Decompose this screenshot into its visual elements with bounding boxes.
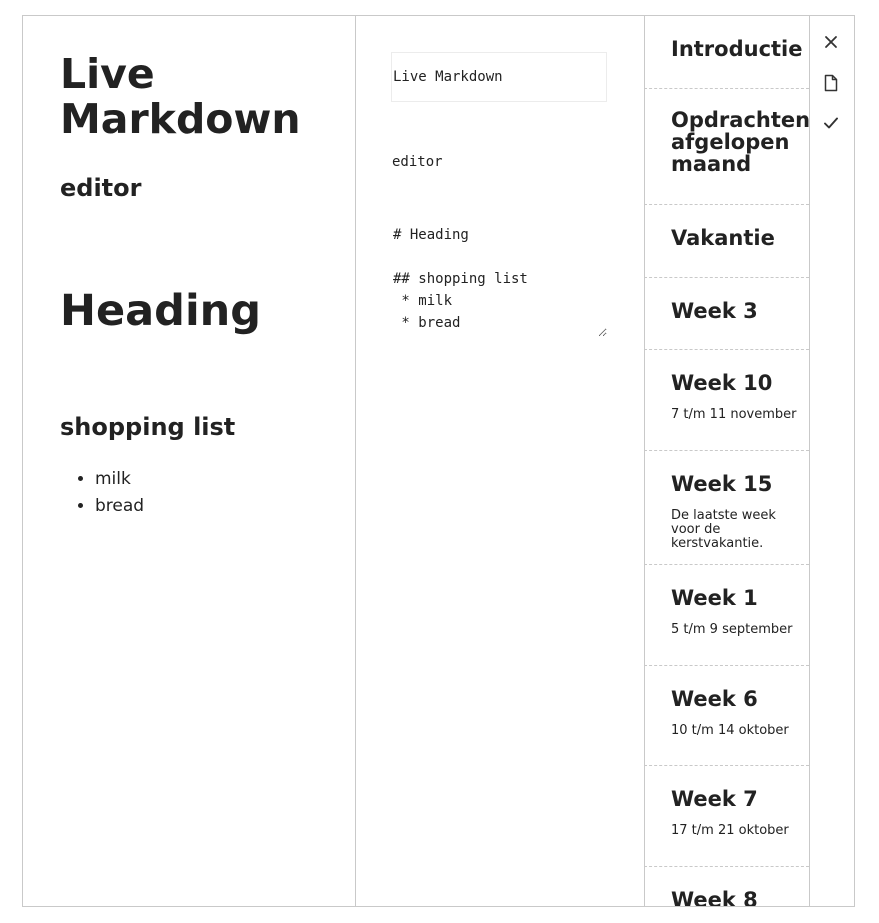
sidebar-item-vakantie[interactable]: Vakantie xyxy=(644,205,809,278)
sidebar-item-title: Introductie xyxy=(671,37,803,61)
sidebar-item-title: Week 6 xyxy=(671,687,758,711)
action-bar xyxy=(808,16,854,906)
close-icon xyxy=(825,36,837,48)
sidebar-item-date: 7 t/m 11 november xyxy=(671,407,797,422)
document-icon xyxy=(824,74,838,92)
sidebar-item-week-8[interactable]: Week 8 xyxy=(644,867,809,906)
sidebar-item-title: Week 1 xyxy=(671,586,758,610)
editor-pane: # Heading ## shopping list * milk * brea… xyxy=(355,16,645,906)
document-button[interactable] xyxy=(816,68,846,98)
save-button[interactable] xyxy=(816,108,846,138)
sidebar-item-date: 5 t/m 9 september xyxy=(671,622,793,637)
preview-pane: Live Markdown editor Heading shopping li… xyxy=(23,16,356,906)
markdown-textarea[interactable]: # Heading ## shopping list * milk * brea… xyxy=(391,216,607,337)
sidebar-item-week-6[interactable]: Week 6 10 t/m 14 oktober xyxy=(644,666,809,766)
preview-title: Live Markdown xyxy=(60,50,301,143)
sidebar-item-date: 10 t/m 14 oktober xyxy=(671,723,789,738)
sidebar-item-week-10[interactable]: Week 10 7 t/m 11 november xyxy=(644,350,809,451)
app-frame: Live Markdown editor Heading shopping li… xyxy=(22,15,855,907)
subtitle-input[interactable] xyxy=(391,138,607,186)
check-icon xyxy=(824,117,838,129)
preview-subtitle: editor xyxy=(60,174,142,202)
sidebar-item-week-1[interactable]: Week 1 5 t/m 9 september xyxy=(644,565,809,666)
sidebar-item-date: 17 t/m 21 oktober xyxy=(671,823,789,838)
list-item: bread xyxy=(95,493,144,520)
sidebar-item-week-7[interactable]: Week 7 17 t/m 21 oktober xyxy=(644,766,809,867)
sidebar-item-week-15[interactable]: Week 15 De laatste week voor de kerstvak… xyxy=(644,451,809,565)
sidebar-item-week-3[interactable]: Week 3 xyxy=(644,278,809,350)
sidebar-item-opdrachten[interactable]: Opdrachten afgelopen maand xyxy=(644,89,809,205)
sidebar-item-title: Vakantie xyxy=(671,226,775,250)
preview-list: milk bread xyxy=(60,466,144,520)
sidebar-item-introductie[interactable]: Introductie xyxy=(644,16,809,89)
sidebar-item-title: Opdrachten afgelopen maand xyxy=(671,108,810,176)
title-input[interactable] xyxy=(391,52,607,102)
sidebar-item-title: Week 15 xyxy=(671,472,773,496)
sidebar-item-date: De laatste week voor de kerstvakantie. xyxy=(671,508,776,551)
sidebar-item-title: Week 7 xyxy=(671,787,758,811)
preview-heading-1: Heading xyxy=(60,286,262,336)
list-item: milk xyxy=(95,466,144,493)
sidebar-item-title: Week 10 xyxy=(671,371,773,395)
sidebar-item-title: Week 3 xyxy=(671,299,758,323)
sidebar: Introductie Opdrachten afgelopen maand V… xyxy=(644,16,810,906)
close-button[interactable] xyxy=(816,27,846,57)
preview-heading-2: shopping list xyxy=(60,413,236,441)
sidebar-item-title: Week 8 xyxy=(671,888,758,906)
